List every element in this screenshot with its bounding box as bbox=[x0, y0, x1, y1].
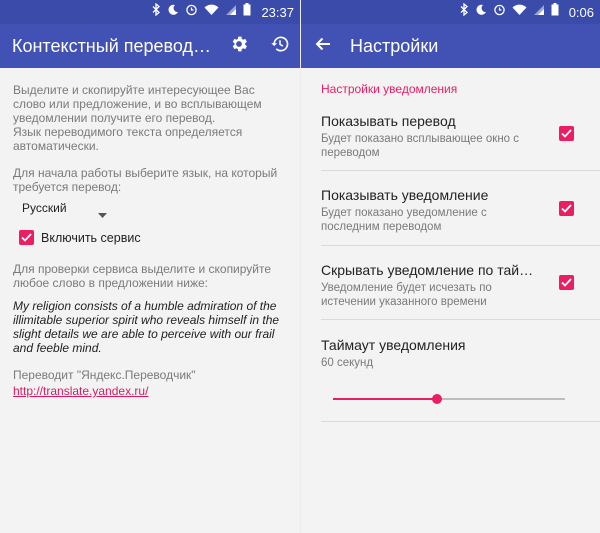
pref-title: Показывать уведомление bbox=[321, 187, 489, 203]
gear-icon bbox=[229, 34, 249, 59]
check-icon bbox=[561, 200, 572, 218]
page-title: Контекстный переводч... bbox=[12, 35, 212, 56]
pref-checkbox[interactable] bbox=[559, 275, 574, 290]
choose-language-text: Для начала работы выберите язык, на кото… bbox=[13, 166, 278, 194]
history-icon bbox=[270, 34, 290, 59]
battery-icon bbox=[551, 0, 559, 24]
moon-icon bbox=[475, 0, 487, 24]
language-select[interactable]: Русский bbox=[22, 200, 122, 218]
pref-title: Скрывать уведомление по тайма.. bbox=[321, 262, 541, 278]
slider-thumb[interactable] bbox=[432, 394, 442, 404]
enable-service-label: Включить сервис bbox=[41, 230, 141, 245]
check-icon bbox=[561, 274, 572, 292]
pref-summary: Уведомление будет исчезать по истечении … bbox=[321, 282, 492, 308]
moon-icon bbox=[167, 0, 179, 24]
history-button[interactable] bbox=[266, 32, 294, 60]
dropdown-arrow-icon bbox=[98, 205, 107, 223]
timeout-slider[interactable] bbox=[333, 392, 565, 406]
back-button[interactable] bbox=[309, 32, 337, 60]
pref-hide-notification-timeout[interactable]: Скрывать уведомление по тайма.. Уведомле… bbox=[321, 247, 600, 320]
check-icon bbox=[561, 125, 572, 143]
enable-service-row[interactable]: Включить сервис bbox=[19, 230, 141, 245]
intro-text: Выделите и скопируйте интересующее Вас с… bbox=[13, 83, 262, 125]
pref-notification-timeout: Таймаут уведомления 60 секунд bbox=[321, 321, 600, 422]
alarm-icon bbox=[493, 0, 506, 24]
app-bar: Контекстный переводч... bbox=[0, 24, 300, 68]
credit-link[interactable]: http://translate.yandex.ru/ bbox=[13, 384, 148, 398]
settings-screen: 0:06 Настройки Настройки уведомления Пок… bbox=[301, 0, 600, 533]
status-bar: 23:37 bbox=[0, 0, 300, 24]
settings-button[interactable] bbox=[225, 32, 253, 60]
battery-icon bbox=[243, 0, 251, 24]
signal-icon bbox=[225, 0, 237, 24]
pref-summary: Будет показано всплывающее окно с перево… bbox=[321, 133, 520, 159]
pref-show-notification[interactable]: Показывать уведомление Будет показано ув… bbox=[321, 172, 600, 246]
bluetooth-icon bbox=[460, 0, 469, 24]
wifi-icon bbox=[512, 0, 527, 24]
credit-text: Переводит "Яндекс.Переводчик" bbox=[13, 368, 196, 382]
check-text: Для проверки сервиса выделите и скопируй… bbox=[13, 262, 272, 290]
pref-checkbox[interactable] bbox=[559, 201, 574, 216]
pref-show-translation[interactable]: Показывать перевод Будет показано всплыв… bbox=[321, 106, 600, 171]
pref-title: Показывать перевод bbox=[321, 113, 456, 129]
main-content: Выделите и скопируйте интересующее Вас с… bbox=[0, 68, 300, 533]
app-bar: Настройки bbox=[301, 24, 600, 68]
wifi-icon bbox=[204, 0, 219, 24]
section-title: Настройки уведомления bbox=[321, 82, 458, 96]
pref-summary: 60 секунд bbox=[321, 357, 374, 369]
pref-checkbox[interactable] bbox=[559, 126, 574, 141]
language-note: Язык переводимого текста определяется ав… bbox=[13, 125, 243, 153]
pref-summary: Будет показано уведомление с последним п… bbox=[321, 207, 487, 233]
status-bar: 0:06 bbox=[301, 0, 600, 24]
signal-icon bbox=[533, 0, 545, 24]
status-time: 23:37 bbox=[261, 4, 294, 20]
slider-fill bbox=[333, 398, 437, 400]
status-time: 0:06 bbox=[568, 4, 594, 20]
back-arrow-icon bbox=[315, 36, 331, 57]
main-screen: 23:37 Контекстный переводч... Выделите и… bbox=[0, 0, 300, 533]
page-title: Настройки bbox=[350, 35, 439, 56]
alarm-icon bbox=[185, 0, 198, 24]
check-icon bbox=[21, 229, 32, 247]
sample-quote[interactable]: My religion consists of a humble admirat… bbox=[13, 299, 291, 355]
settings-content: Настройки уведомления Показывать перевод… bbox=[301, 68, 600, 533]
enable-service-checkbox[interactable] bbox=[19, 230, 34, 245]
pref-title: Таймаут уведомления bbox=[321, 337, 466, 353]
language-select-value: Русский bbox=[22, 201, 67, 215]
bluetooth-icon bbox=[152, 0, 161, 24]
